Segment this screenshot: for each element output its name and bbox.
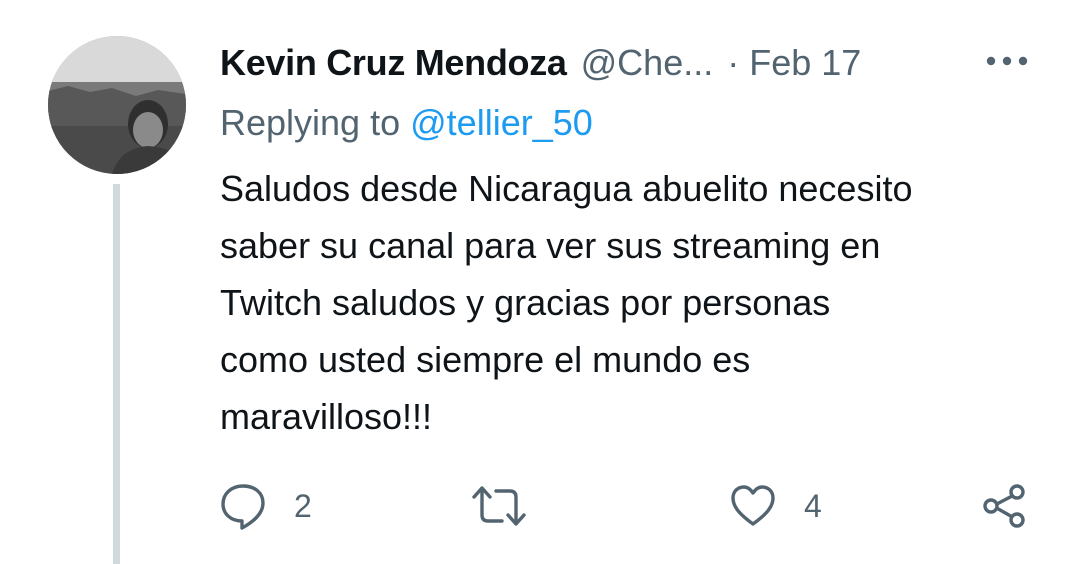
more-horizontal-icon (985, 54, 1029, 72)
header-separator: · (727, 42, 740, 83)
author-handle[interactable]: @Che... (581, 42, 714, 84)
share-button[interactable] (980, 480, 1030, 532)
replying-prefix: Replying to (220, 102, 401, 143)
reply-count: 2 (294, 487, 312, 524)
tweet-text-line: Saludos desde Nicaragua abuelito necesit… (220, 168, 913, 209)
replying-to: Replying to @tellier_50 (220, 102, 593, 144)
like-count: 4 (804, 487, 822, 524)
reply-icon (218, 481, 268, 531)
share-icon (980, 481, 1030, 531)
tweet-text-line: Twitch saludos y gracias por personas (220, 282, 831, 323)
retweet-icon (470, 481, 528, 531)
tweet-text-line: maravilloso!!! (220, 396, 433, 437)
tweet-text-line: como usted siempre el mundo es (220, 339, 751, 380)
heart-icon (728, 481, 778, 531)
tweet-header: Kevin Cruz Mendoza @Che... · Feb 17 (220, 40, 861, 86)
author-name[interactable]: Kevin Cruz Mendoza (220, 42, 567, 84)
like-button[interactable]: 4 (728, 480, 822, 532)
reply-button[interactable]: 2 (218, 480, 312, 532)
avatar[interactable] (48, 36, 186, 174)
tweet-date[interactable]: Feb 17 (749, 42, 861, 84)
more-options-button[interactable] (982, 46, 1032, 80)
retweet-button[interactable] (470, 480, 554, 532)
tweet-text-line: saber su canal para ver sus streaming en (220, 225, 881, 266)
replying-handle-link[interactable]: @tellier_50 (410, 102, 593, 143)
tweet-text: Saludos desde Nicaragua abuelito necesit… (220, 160, 1040, 445)
thread-line (113, 184, 120, 564)
